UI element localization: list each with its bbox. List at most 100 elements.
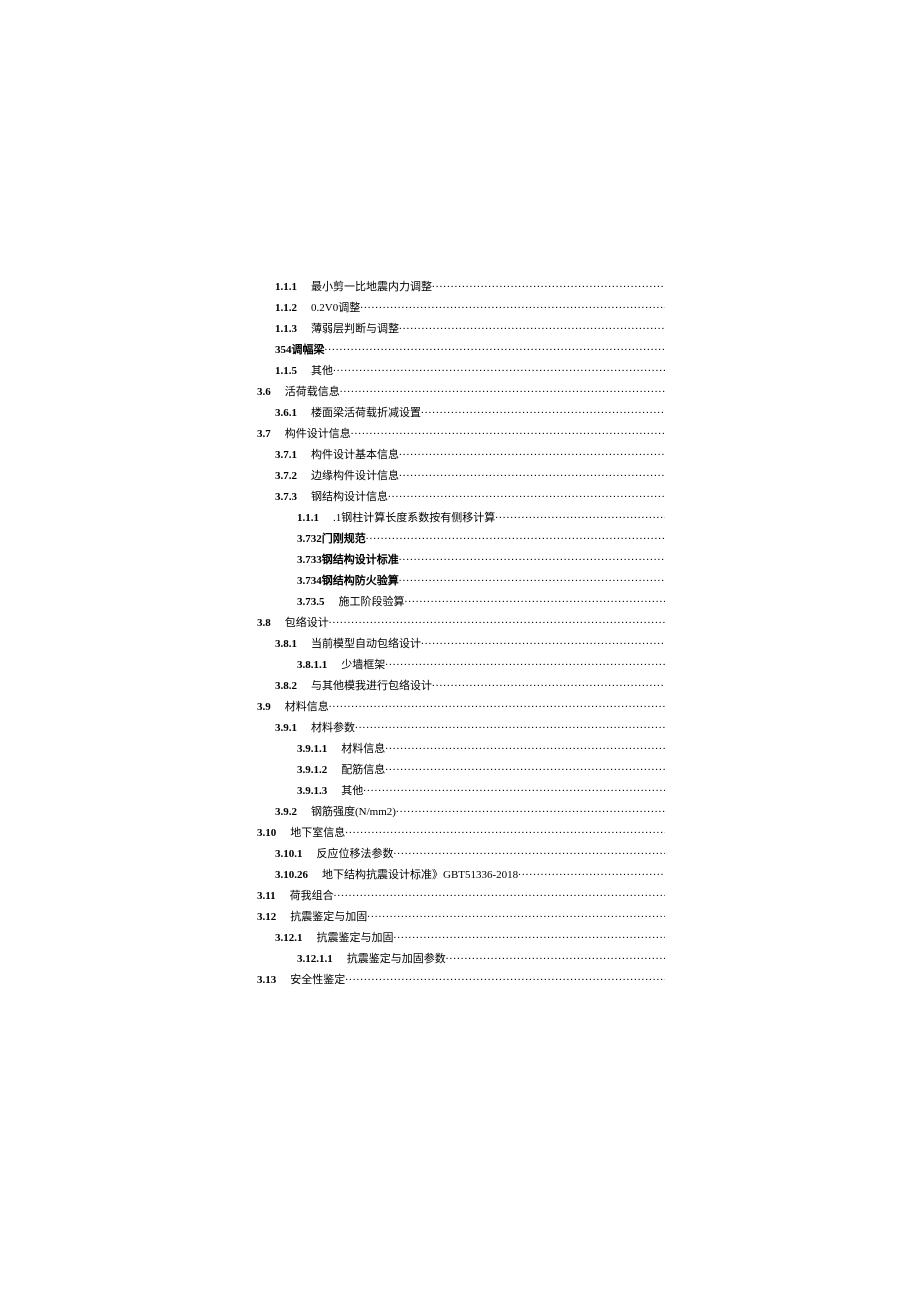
toc-leader-dots — [399, 468, 665, 479]
toc-leader-dots — [333, 363, 665, 374]
toc-number: 3.7.3 — [275, 492, 297, 503]
toc-title: 3.732门刚规范 — [297, 534, 366, 545]
toc-entry: 3.12.1抗震鉴定与加固 — [257, 930, 665, 941]
toc-leader-dots — [446, 951, 665, 962]
toc-entry: 3.9.2 钢筋强度(N/mm2) — [257, 804, 665, 815]
toc-title: 楼面梁活荷载折减设置 — [311, 408, 421, 419]
toc-number: 3.10 — [257, 828, 276, 839]
toc-leader-dots — [355, 720, 665, 731]
toc-entry: 3.9.1.1材料信息 — [257, 741, 665, 752]
toc-leader-dots — [329, 699, 665, 710]
toc-number: 3.9 — [257, 702, 271, 713]
toc-entry: 3.8.1当前模型自动包络设计 — [257, 636, 665, 647]
toc-title: 材料信息 — [285, 702, 329, 713]
toc-leader-dots — [345, 825, 665, 836]
toc-number: 3.9.2 — [275, 807, 297, 818]
toc-number: 3.10.1 — [275, 849, 303, 860]
toc-entry: 3.6.1楼面梁活荷载折减设置 — [257, 405, 665, 416]
toc-number: 3.7.1 — [275, 450, 297, 461]
toc-entry: 3.10 地下室信息 — [257, 825, 665, 836]
toc-entry: 1.1.1最小剪一比地震内力调整 — [257, 279, 665, 290]
toc-title: 活荷载信息 — [285, 387, 340, 398]
toc-leader-dots — [363, 783, 665, 794]
toc-number: 3.8 — [257, 618, 271, 629]
toc-leader-dots — [399, 447, 665, 458]
toc-leader-dots — [405, 594, 666, 605]
toc-title: 材料信息 — [341, 744, 385, 755]
toc-number: 3.7 — [257, 429, 271, 440]
toc-leader-dots — [388, 489, 665, 500]
toc-title: 其他 — [311, 366, 333, 377]
toc-leader-dots — [421, 636, 665, 647]
toc-entry: 3.734钢结构防火验算 — [257, 573, 665, 584]
toc-entry: 3.8.2 与其他模我进行包络设计 — [257, 678, 665, 689]
toc-leader-dots — [366, 531, 665, 542]
toc-leader-dots — [421, 405, 665, 416]
toc-title: 包络设计 — [285, 618, 329, 629]
toc-number: 3.8.2 — [275, 681, 297, 692]
toc-entry: 3.12.1.1 抗震鉴定与加固参数 — [257, 951, 665, 962]
toc-leader-dots — [360, 300, 665, 311]
toc-title: 3.733钢结构设计标准 — [297, 555, 399, 566]
toc-entry: 3.11 荷我组合 — [257, 888, 665, 899]
toc-entry: 1.1.20.2V0调整 — [257, 300, 665, 311]
toc-number: 3.7.2 — [275, 471, 297, 482]
toc-title: 钢结构设计信息 — [311, 492, 388, 503]
toc-entry: 3.6活荷载信息 — [257, 384, 665, 395]
toc-entry: 3.9.1 材料参数 — [257, 720, 665, 731]
toc-leader-dots — [345, 972, 665, 983]
toc-title: 钢筋强度(N/mm2) — [311, 807, 396, 818]
toc-title: 3.734钢结构防火验算 — [297, 576, 399, 587]
toc-title: 其他 — [341, 786, 363, 797]
toc-entry: 3.7 构件设计信息 — [257, 426, 665, 437]
toc-title: 抗震鉴定与加固 — [290, 912, 367, 923]
toc-leader-dots — [399, 573, 665, 584]
toc-title: 当前模型自动包络设计 — [311, 639, 421, 650]
toc-title: 构件设计信息 — [285, 429, 351, 440]
toc-number: 3.12.1.1 — [297, 954, 333, 965]
toc-entry: 3.9.1.2配筋信息 — [257, 762, 665, 773]
toc-leader-dots — [394, 930, 666, 941]
toc-title: 安全性鉴定 — [290, 975, 345, 986]
toc-leader-dots — [385, 741, 665, 752]
toc-container: 1.1.1最小剪一比地震内力调整 1.1.20.2V0调整 1.1.3 薄弱层判断与调… — [257, 279, 665, 993]
toc-title: 构件设计基本信息 — [311, 450, 399, 461]
toc-title: 荷我组合 — [290, 891, 334, 902]
toc-entry: 1.1.3 薄弱层判断与调整 — [257, 321, 665, 332]
toc-entry: 3.13 安全性鉴定 — [257, 972, 665, 983]
toc-title: 少墙框架 — [341, 660, 385, 671]
toc-leader-dots — [399, 321, 665, 332]
toc-title: 354调幅梁 — [275, 345, 325, 356]
toc-leader-dots — [351, 426, 665, 437]
toc-entry: 3.7.3 钢结构设计信息 — [257, 489, 665, 500]
toc-title: 抗震鉴定与加固 — [317, 933, 394, 944]
toc-leader-dots — [385, 762, 665, 773]
toc-number: 3.9.1 — [275, 723, 297, 734]
toc-number: 1.1.5 — [275, 366, 297, 377]
toc-leader-dots — [399, 552, 665, 563]
toc-title: 最小剪一比地震内力调整 — [311, 282, 432, 293]
toc-leader-dots — [385, 657, 665, 668]
toc-number: 3.11 — [257, 891, 276, 902]
toc-number: 1.1.3 — [275, 324, 297, 335]
toc-title: 材料参数 — [311, 723, 355, 734]
toc-entry: 3.733钢结构设计标准 — [257, 552, 665, 563]
toc-entry: 3.7.1 构件设计基本信息 — [257, 447, 665, 458]
toc-entry: 3.8 包络设计 — [257, 615, 665, 626]
toc-number: 3.13 — [257, 975, 276, 986]
toc-title: 与其他模我进行包络设计 — [311, 681, 432, 692]
toc-leader-dots — [518, 867, 665, 878]
toc-entry: 3.7.2边缘构件设计信息 — [257, 468, 665, 479]
toc-number: 3.9.1.3 — [297, 786, 327, 797]
toc-title: 薄弱层判断与调整 — [311, 324, 399, 335]
toc-title: 反应位移法参数 — [317, 849, 394, 860]
toc-leader-dots — [334, 888, 665, 899]
toc-entry: 1.1.5 其他 — [257, 363, 665, 374]
toc-number: 3.9.1.2 — [297, 765, 327, 776]
toc-title: 地下室信息 — [290, 828, 345, 839]
toc-title: 抗震鉴定与加固参数 — [347, 954, 446, 965]
toc-leader-dots — [432, 678, 665, 689]
toc-leader-dots — [396, 804, 665, 815]
toc-title: .1钢柱计算长度系数按有侧移计算 — [333, 513, 495, 524]
toc-entry: 1.1.1.1钢柱计算长度系数按有侧移计算 — [257, 510, 665, 521]
